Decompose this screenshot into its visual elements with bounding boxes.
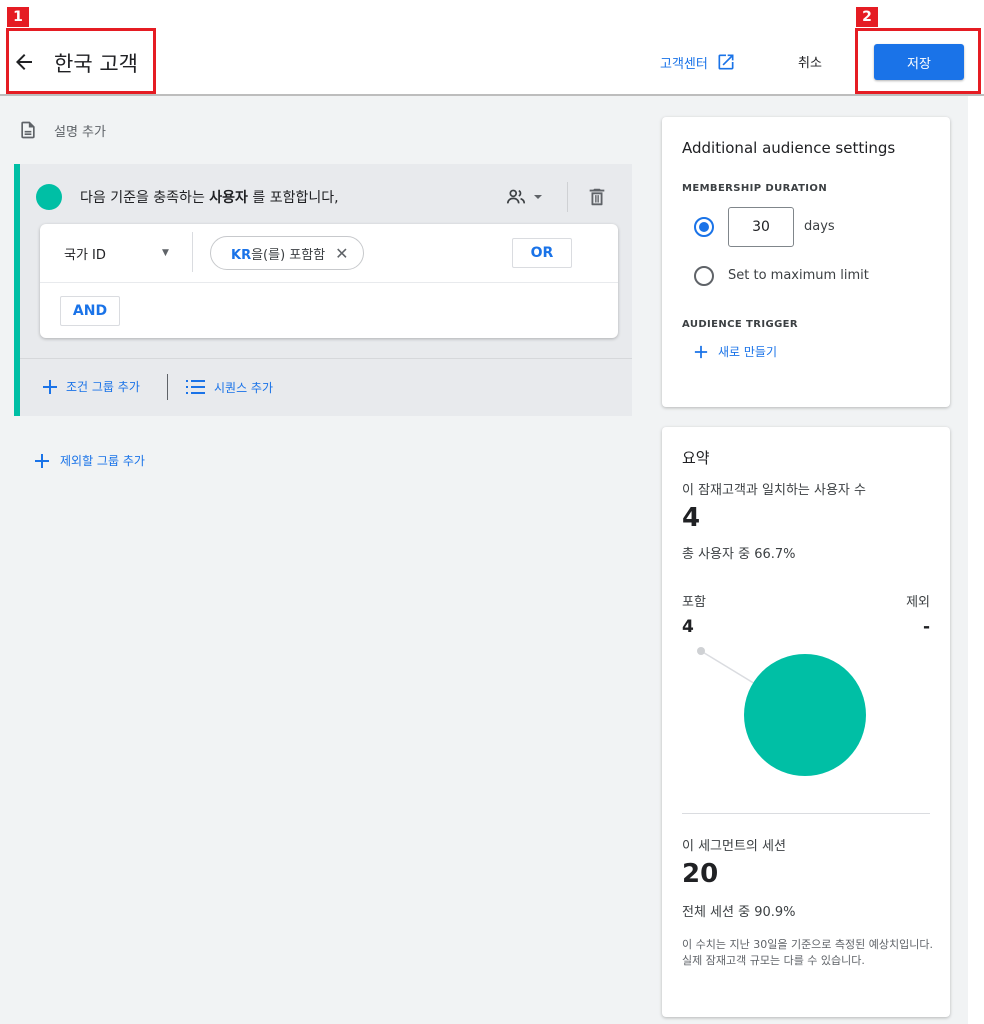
- include-suffix: 를 포함합니다,: [247, 190, 339, 206]
- include-dot: [36, 184, 62, 210]
- max-limit-radio[interactable]: [694, 266, 714, 286]
- sessions-label: 이 세그먼트의 세션: [682, 839, 786, 854]
- duration-days-radio[interactable]: [694, 217, 714, 237]
- days-unit: days: [804, 219, 835, 234]
- include-label: 포함: [682, 595, 706, 610]
- exclude-value: -: [922, 617, 930, 637]
- condition-separator: [40, 282, 618, 283]
- help-center-label: 고객센터: [660, 56, 708, 72]
- add-condition-group-label: 조건 그룹 추가: [66, 380, 140, 394]
- summary-separator: [682, 813, 930, 814]
- include-value: 4: [682, 617, 694, 637]
- max-limit-label[interactable]: Set to maximum limit: [728, 268, 869, 283]
- dimension-caret-icon[interactable]: ▼: [162, 248, 169, 258]
- pie-slice-include: [744, 654, 866, 776]
- sessions-percentage: 전체 세션 중 90.9%: [682, 905, 796, 920]
- add-description-label: 설명 추가: [54, 124, 106, 140]
- and-button[interactable]: AND: [60, 296, 120, 326]
- open-in-new-icon: [718, 54, 734, 70]
- sequence-list-icon: [186, 380, 205, 394]
- add-exclude-group-button[interactable]: 제외할 그룹 추가: [34, 452, 145, 469]
- add-sequence-button[interactable]: 시퀀스 추가: [186, 378, 273, 396]
- membership-duration-label: MEMBERSHIP DURATION: [682, 183, 828, 194]
- dimension-select[interactable]: 국가 ID: [64, 244, 106, 263]
- include-subject[interactable]: 사용자: [209, 190, 248, 206]
- caret-down-icon: [534, 195, 542, 199]
- include-group-header: 다음 기준을 충족하는 사용자 를 포함합니다,: [36, 184, 339, 210]
- include-group: 다음 기준을 충족하는 사용자 를 포함합니다, 국가 ID ▼ KR을(를) …: [14, 164, 632, 416]
- exclude-label: 제외: [906, 595, 930, 610]
- people-icon: [506, 189, 526, 204]
- scope-dropdown[interactable]: [504, 186, 544, 208]
- trash-icon[interactable]: [586, 186, 608, 208]
- group-footer-separator: [20, 358, 632, 359]
- audience-trigger-label: AUDIENCE TRIGGER: [682, 319, 799, 330]
- callout-box-2: [855, 28, 981, 94]
- condition-card: 국가 ID ▼ KR을(를) 포함함 ✕ OR AND: [40, 224, 618, 338]
- summary-title: 요약: [682, 449, 710, 467]
- plus-icon: [35, 453, 49, 468]
- add-sequence-label: 시퀀스 추가: [214, 380, 274, 395]
- audience-pie-chart: [697, 647, 866, 776]
- document-icon: [21, 121, 35, 139]
- callout-badge-2: 2: [856, 7, 878, 27]
- create-trigger-label: 새로 만들기: [718, 345, 778, 359]
- add-exclude-group-label: 제외할 그룹 추가: [60, 454, 145, 468]
- chip-text: 을(를) 포함함: [251, 247, 326, 263]
- help-center-link[interactable]: 고객센터: [660, 52, 736, 72]
- plus-icon: [43, 379, 57, 394]
- pie-leader-dot: [697, 647, 705, 655]
- add-description-button[interactable]: 설명 추가: [18, 120, 106, 140]
- chip-value: KR: [231, 247, 252, 263]
- summary-panel: 요약 이 잠재고객과 일치하는 사용자 수 4 총 사용자 중 66.7% 포함…: [662, 427, 950, 1017]
- audience-settings-panel: Additional audience settings MEMBERSHIP …: [662, 117, 950, 407]
- matching-users-count: 4: [682, 503, 701, 533]
- matching-users-label: 이 잠재고객과 일치하는 사용자 수: [682, 483, 866, 498]
- condition-chip[interactable]: KR을(를) 포함함 ✕: [210, 236, 364, 270]
- cancel-button[interactable]: 취소: [798, 52, 822, 71]
- header-divider: [567, 182, 568, 212]
- sessions-count: 20: [682, 859, 719, 889]
- include-prefix: 다음 기준을 충족하는: [80, 190, 210, 206]
- or-button[interactable]: OR: [512, 238, 572, 268]
- create-trigger-button[interactable]: 새로 만들기: [694, 343, 777, 360]
- settings-title: Additional audience settings: [682, 139, 896, 157]
- callout-badge-1: 1: [7, 7, 29, 27]
- add-condition-group-button[interactable]: 조건 그룹 추가: [42, 378, 140, 395]
- estimate-note: 이 수치는 지난 30일을 기준으로 측정된 예상치입니다. 실제 잠재고객 규…: [682, 938, 933, 967]
- footer-divider: [167, 374, 168, 400]
- plus-icon: [694, 345, 708, 358]
- include-group-title: 다음 기준을 충족하는 사용자 를 포함합니다,: [80, 187, 339, 207]
- callout-box-1: [6, 28, 156, 94]
- users-percentage: 총 사용자 중 66.7%: [682, 547, 796, 562]
- close-icon[interactable]: ✕: [335, 244, 348, 263]
- condition-divider: [192, 232, 193, 272]
- days-input[interactable]: 30: [728, 207, 794, 247]
